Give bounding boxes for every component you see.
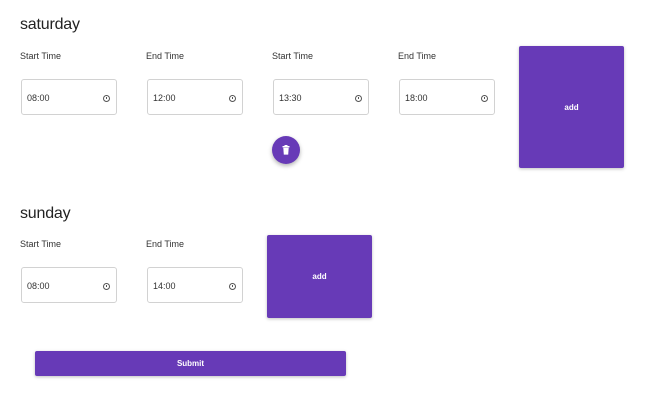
time-value: 12:00 — [153, 93, 176, 103]
schedule-form: saturday Start Time 08:00 End Time 12:00… — [0, 0, 650, 400]
trash-icon — [282, 145, 290, 155]
start-time-label: Start Time — [272, 51, 314, 61]
clock-icon[interactable] — [229, 95, 236, 102]
time-value: 13:30 — [279, 93, 302, 103]
clock-icon[interactable] — [481, 95, 488, 102]
time-value: 08:00 — [27, 93, 50, 103]
time-value: 08:00 — [27, 281, 50, 291]
end-time-label: End Time — [146, 51, 185, 61]
clock-icon[interactable] — [355, 95, 362, 102]
time-value: 18:00 — [405, 93, 428, 103]
day-title-sunday: sunday — [20, 205, 71, 222]
clock-icon[interactable] — [229, 283, 236, 290]
day-title-saturday: saturday — [20, 16, 80, 33]
start-time-label: Start Time — [20, 239, 62, 249]
saturday-slot-1-end-input[interactable]: 12:00 — [147, 79, 243, 115]
delete-slot-button[interactable] — [272, 136, 300, 164]
clock-icon[interactable] — [103, 283, 110, 290]
clock-icon[interactable] — [103, 95, 110, 102]
time-value: 14:00 — [153, 281, 176, 291]
saturday-slot-1-start-input[interactable]: 08:00 — [21, 79, 117, 115]
saturday-slot-2-start-input[interactable]: 13:30 — [273, 79, 369, 115]
saturday-add-button[interactable]: add — [519, 46, 624, 168]
submit-button[interactable]: Submit — [35, 351, 346, 376]
saturday-slot-2-end-input[interactable]: 18:00 — [399, 79, 495, 115]
sunday-slot-1-end-input[interactable]: 14:00 — [147, 267, 243, 303]
start-time-label: Start Time — [20, 51, 62, 61]
end-time-label: End Time — [146, 239, 185, 249]
sunday-slot-1-start-input[interactable]: 08:00 — [21, 267, 117, 303]
sunday-add-button[interactable]: add — [267, 235, 372, 318]
end-time-label: End Time — [398, 51, 437, 61]
